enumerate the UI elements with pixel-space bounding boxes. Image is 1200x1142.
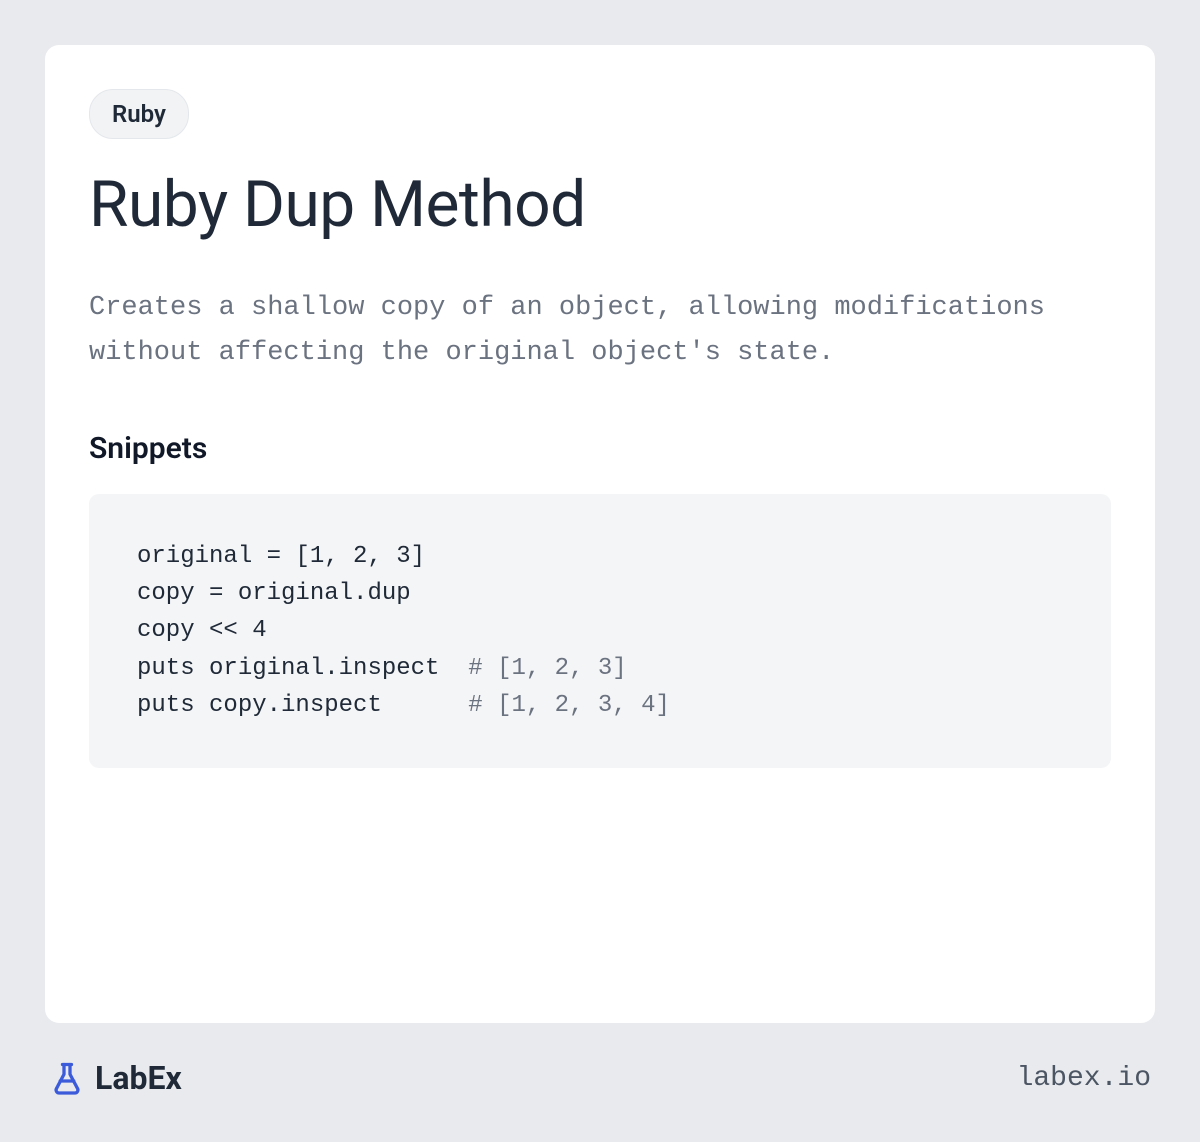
code-line: original = [1, 2, 3] bbox=[137, 543, 425, 570]
snippets-heading: Snippets bbox=[89, 431, 1111, 466]
code-line: copy = original.dup bbox=[137, 580, 411, 607]
content-card: Ruby Ruby Dup Method Creates a shallow c… bbox=[45, 45, 1155, 1023]
code-line: puts copy.inspect bbox=[137, 692, 468, 719]
footer-url: labex.io bbox=[1017, 1063, 1151, 1094]
code-comment: # [1, 2, 3] bbox=[468, 655, 626, 682]
code-block: original = [1, 2, 3] copy = original.dup… bbox=[89, 494, 1111, 768]
footer-brand: LabEx bbox=[49, 1059, 182, 1097]
footer-brand-text: LabEx bbox=[95, 1059, 182, 1097]
description-text: Creates a shallow copy of an object, all… bbox=[89, 286, 1111, 375]
page-title: Ruby Dup Method bbox=[89, 167, 1111, 242]
footer: LabEx labex.io bbox=[45, 1059, 1155, 1097]
flask-icon bbox=[49, 1060, 85, 1096]
code-line: puts original.inspect bbox=[137, 655, 468, 682]
code-line: copy << 4 bbox=[137, 617, 267, 644]
code-comment: # [1, 2, 3, 4] bbox=[468, 692, 670, 719]
language-badge: Ruby bbox=[89, 89, 189, 139]
